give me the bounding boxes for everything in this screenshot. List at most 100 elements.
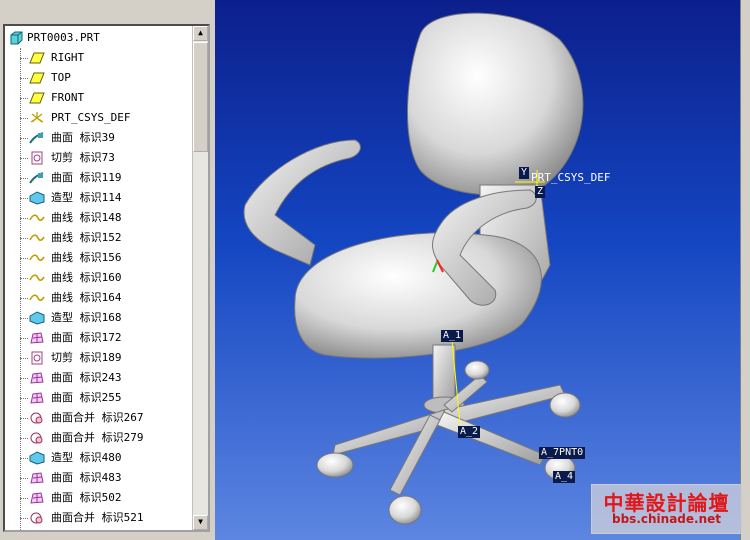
model-tree-panel: PRT0003.PRT RIGHT TOP FRONT PRT_CSYS_DEF 曲面 …	[0, 18, 215, 540]
tree-item[interactable]: 曲线 标识156	[5, 248, 195, 268]
tree-item[interactable]: 曲面合并 标识521	[5, 508, 195, 528]
tree-item[interactable]: 曲线 标识152	[5, 228, 195, 248]
tree-item[interactable]: PRT_CSYS_DEF	[5, 108, 195, 128]
tree-connector	[20, 378, 28, 379]
tree-item[interactable]: TOP	[5, 68, 195, 88]
scroll-down-button[interactable]: ▼	[193, 515, 208, 530]
chair-cylinder	[432, 344, 456, 406]
tree-connector	[20, 58, 28, 59]
cut-icon	[29, 351, 45, 365]
csys-y-tag: Y	[519, 167, 530, 179]
tree-item-label: 曲面 标识39	[51, 131, 115, 144]
tree-connector	[20, 138, 28, 139]
tree-root-label: PRT0003.PRT	[27, 31, 100, 44]
tree-connector	[20, 98, 28, 99]
tree-item-label: 曲面 标识119	[51, 171, 122, 184]
tree-item-label: 曲面 标识172	[51, 331, 122, 344]
tree-connector	[20, 218, 28, 219]
datum-plane-icon	[29, 91, 45, 105]
style-icon	[29, 191, 45, 205]
tree-connector	[20, 258, 28, 259]
tree-item-label: 曲面 标识483	[51, 471, 122, 484]
tree-item[interactable]: 曲面 标识243	[5, 368, 195, 388]
style-icon	[29, 451, 45, 465]
tree-scrollbar[interactable]: ▲ ▼	[192, 26, 208, 530]
tree-item[interactable]: 曲线 标识160	[5, 268, 195, 288]
model-tree: PRT0003.PRT RIGHT TOP FRONT PRT_CSYS_DEF 曲面 …	[3, 24, 210, 532]
merge-icon	[29, 511, 45, 525]
axis-tag-a7pnt0[interactable]: A_7PNT0	[539, 447, 586, 459]
tree-connector	[20, 318, 28, 319]
scroll-thumb[interactable]	[193, 42, 208, 152]
axis-tag-a4[interactable]: A_4	[553, 471, 576, 483]
chair-backrest	[407, 12, 584, 196]
tree-item[interactable]: 曲线 标识164	[5, 288, 195, 308]
tree-item-label: 切剪 标识189	[51, 351, 122, 364]
tree-item[interactable]: 曲面 标识483	[5, 468, 195, 488]
tree-item[interactable]: 曲面 标识172	[5, 328, 195, 348]
tree-item[interactable]: 曲面 标识119	[5, 168, 195, 188]
tree-item[interactable]: 曲面合并 标识279	[5, 428, 195, 448]
tree-item[interactable]: 曲线 标识148	[5, 208, 195, 228]
watermark-url: bbs.chinade.net	[612, 512, 721, 526]
curve-icon	[29, 291, 45, 305]
tree-item-label: PRT_CSYS_DEF	[51, 111, 131, 124]
tree-item-label: FRONT	[51, 91, 85, 104]
style-icon	[29, 311, 45, 325]
tree-item-label: 曲面合并 标识521	[51, 511, 144, 524]
datum-plane-icon	[29, 71, 45, 85]
axis-tag-a1[interactable]: A_1	[441, 330, 464, 342]
cut-icon	[29, 151, 45, 165]
csys-label: PRT_CSYS_DEF	[531, 171, 611, 184]
csys-z-tag: Z	[535, 186, 546, 198]
tree-item[interactable]: 曲面 标识39	[5, 128, 195, 148]
tree-connector	[20, 158, 28, 159]
tree-item-label: TOP	[51, 71, 71, 84]
tree-item[interactable]: 切剪 标识73	[5, 148, 195, 168]
tree-root-part[interactable]: PRT0003.PRT	[5, 28, 195, 48]
tree-item[interactable]: 造型 标识114	[5, 188, 195, 208]
merge-icon	[29, 431, 45, 445]
surface-icon	[29, 131, 45, 145]
chair-model[interactable]	[215, 0, 740, 540]
boundary-surface-icon	[29, 491, 45, 505]
tree-item[interactable]: 造型 标识480	[5, 448, 195, 468]
tree-item[interactable]: 曲面 标识502	[5, 488, 195, 508]
chair-seat	[294, 232, 542, 359]
tree-connector	[20, 418, 28, 419]
tree-connector	[20, 458, 28, 459]
tree-item-label: 曲线 标识148	[51, 211, 122, 224]
tree-item[interactable]: 曲面合并 标识267	[5, 408, 195, 428]
boundary-surface-icon	[29, 331, 45, 345]
tree-item[interactable]: RIGHT	[5, 48, 195, 68]
chair-caster	[549, 392, 581, 418]
tree-item[interactable]: 曲面 标识255	[5, 388, 195, 408]
axis-tag-a2[interactable]: A_2	[458, 426, 481, 438]
scroll-up-button[interactable]: ▲	[193, 26, 208, 41]
chair-caster	[388, 495, 422, 525]
forum-watermark: 中華設計論壇 bbs.chinade.net	[591, 484, 742, 534]
tree-item-label: 造型 标识480	[51, 451, 122, 464]
boundary-surface-icon	[29, 471, 45, 485]
chair-left-armrest	[243, 139, 361, 266]
tree-item-label: 曲面 标识255	[51, 391, 122, 404]
graphics-viewport[interactable]: PRT_CSYS_DEF Y Z A_1 A_2 A_7PNT0 A_4	[215, 0, 740, 540]
tree-item[interactable]: FRONT	[5, 88, 195, 108]
tree-item-label: 曲面合并 标识279	[51, 431, 144, 444]
tree-connector	[20, 478, 28, 479]
curve-icon	[29, 251, 45, 265]
tree-item[interactable]: 切剪 标识189	[5, 348, 195, 368]
tree-item-label: 造型 标识168	[51, 311, 122, 324]
tree-item[interactable]: 造型 标识168	[5, 308, 195, 328]
tree-connector	[20, 338, 28, 339]
tree-item-label: 曲线 标识164	[51, 291, 122, 304]
tree-connector	[20, 438, 28, 439]
datum-plane-icon	[29, 51, 45, 65]
tree-item-label: 曲线 标识156	[51, 251, 122, 264]
tree-item-label: 曲面 标识243	[51, 371, 122, 384]
tree-item-label: 曲面合并 标识267	[51, 411, 144, 424]
tree-connector	[20, 118, 28, 119]
tree-connector	[20, 298, 28, 299]
tree-connector	[20, 78, 28, 79]
part-icon	[9, 31, 25, 45]
